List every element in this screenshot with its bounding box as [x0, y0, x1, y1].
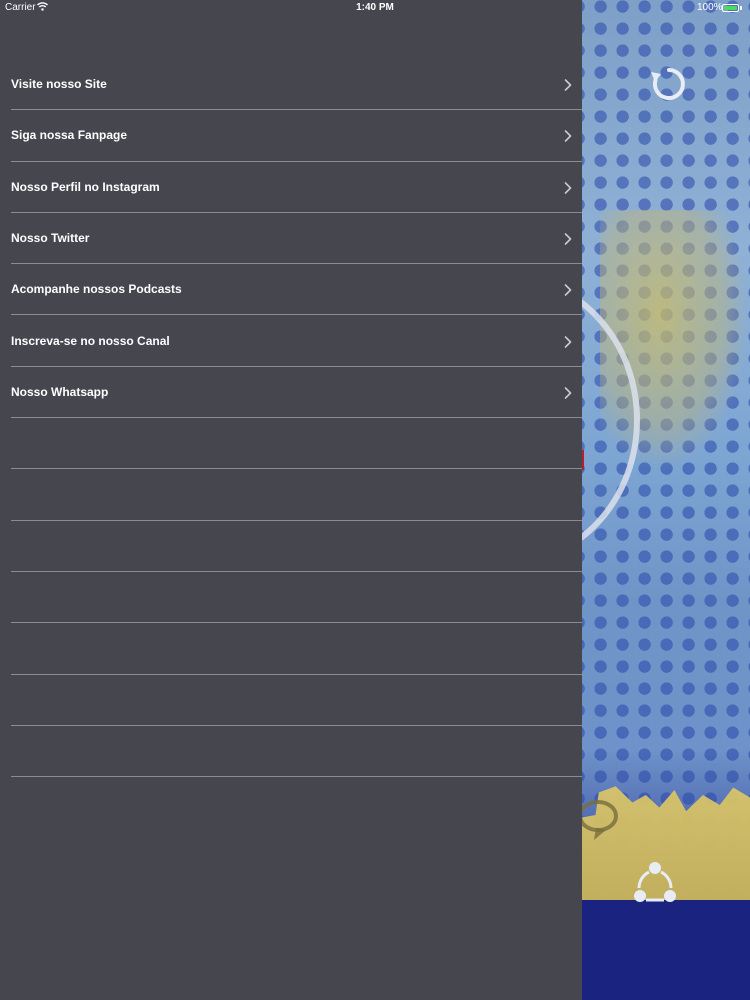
chevron-right-icon	[564, 386, 572, 399]
menu-item-label: Siga nossa Fanpage	[11, 128, 128, 143]
menu-item-label: Nosso Perfil no Instagram	[11, 179, 160, 194]
chevron-right-icon	[564, 129, 572, 143]
chevron-right-icon	[564, 181, 572, 194]
menu-item-label: Inscreva-se no nosso Canal	[11, 333, 170, 348]
menu-item[interactable]: Visite nosso Site	[11, 59, 582, 111]
status-bar: Carrier 1:40 PM 100%	[0, 0, 750, 16]
battery-level	[724, 6, 737, 10]
screen: Visite nosso Site Siga nossa Fanpage Nosso…	[0, 0, 750, 1000]
menu-item[interactable]	[11, 572, 582, 624]
refresh-icon[interactable]	[645, 60, 693, 108]
menu-item[interactable]: Nosso Whatsapp	[11, 367, 582, 419]
menu-item-label: Visite nosso Site	[11, 77, 107, 92]
menu-item[interactable]	[11, 521, 582, 572]
menu-item[interactable]: Nosso Perfil no Instagram	[11, 162, 582, 213]
menu-item[interactable]	[11, 623, 582, 675]
menu-item-label: Nosso Twitter	[11, 231, 90, 246]
menu-item-label: Acompanhe nossos Podcasts	[11, 282, 182, 297]
chevron-right-icon	[564, 283, 572, 297]
menu-item[interactable]	[11, 726, 582, 778]
menu-item[interactable]	[11, 469, 582, 521]
chevron-right-icon	[564, 232, 572, 245]
menu-list: Visite nosso Site Siga nossa Fanpage Nosso…	[0, 59, 582, 778]
menu-item[interactable]	[11, 418, 582, 470]
battery-percentage: 100%	[697, 2, 723, 13]
menu-item[interactable]: Nosso Twitter	[11, 213, 582, 265]
clock-label: 1:40 PM	[356, 2, 394, 13]
battery-cap	[740, 6, 742, 10]
menu-item[interactable]: Siga nossa Fanpage	[11, 110, 582, 162]
share-icon[interactable]	[630, 858, 680, 908]
menu-item-label: Nosso Whatsapp	[11, 384, 109, 399]
menu-item[interactable]	[11, 675, 582, 726]
chevron-right-icon	[564, 335, 572, 348]
chat-bubble-icon[interactable]	[582, 790, 622, 850]
menu-item[interactable]: Inscreva-se no nosso Canal	[11, 315, 582, 367]
ground-strip	[582, 900, 750, 1000]
battery-icon	[722, 4, 739, 12]
chevron-right-icon	[564, 78, 572, 91]
side-menu: Visite nosso Site Siga nossa Fanpage Nosso…	[0, 0, 582, 1000]
menu-item[interactable]: Acompanhe nossos Podcasts	[11, 264, 582, 316]
